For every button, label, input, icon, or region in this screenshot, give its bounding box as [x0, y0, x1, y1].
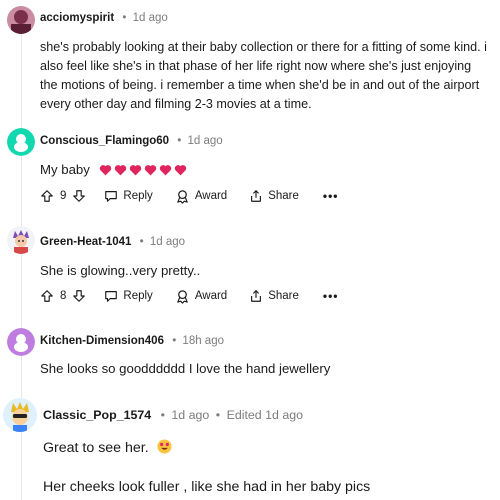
- comment-meta: Classic_Pop_1574 • 1d ago • Edited 1d ag…: [43, 408, 303, 424]
- comment-meta: Green-Heat-1041 • 1d ago: [40, 236, 185, 252]
- timestamp[interactable]: 18h ago: [182, 335, 224, 347]
- username[interactable]: Kitchen-Dimension406: [40, 335, 164, 347]
- username[interactable]: acciomyspirit: [40, 12, 114, 24]
- downvote-icon[interactable]: [72, 289, 86, 303]
- avatar[interactable]: [7, 328, 35, 356]
- heart-emoji: [174, 165, 186, 176]
- comment-body: Great to see her.: [43, 438, 172, 458]
- comment-body: she's probably looking at their baby col…: [40, 40, 487, 111]
- heart-emoji: [144, 165, 156, 176]
- heart-eyes-emoji: [157, 439, 172, 454]
- share-icon: [249, 289, 263, 303]
- share-icon: [249, 189, 263, 203]
- vote-count: 8: [60, 290, 67, 302]
- username[interactable]: Green-Heat-1041: [40, 236, 131, 248]
- avatar[interactable]: [7, 128, 35, 156]
- edited-label: Edited 1d ago: [226, 408, 304, 422]
- separator-dot: •: [177, 135, 182, 147]
- username[interactable]: Classic_Pop_1574: [43, 408, 151, 422]
- separator-dot: •: [172, 335, 177, 347]
- heart-emoji: [129, 165, 141, 176]
- reply-label: Reply: [123, 190, 153, 202]
- more-options-button[interactable]: •••: [323, 189, 339, 203]
- timestamp[interactable]: 1d ago: [133, 12, 168, 24]
- comment-actions: 9 Reply Award Share •••: [40, 186, 339, 206]
- heart-emoji-group: [99, 164, 187, 176]
- vote-controls: 9: [40, 189, 86, 203]
- heart-emoji: [114, 165, 126, 176]
- timestamp[interactable]: 1d ago: [150, 236, 185, 248]
- award-button[interactable]: Award: [175, 289, 227, 304]
- comment-icon: [104, 289, 118, 303]
- avatar[interactable]: [7, 6, 35, 34]
- comment-meta: Conscious_Flamingo60 • 1d ago: [40, 135, 223, 151]
- more-options-button[interactable]: •••: [323, 289, 339, 303]
- reply-button[interactable]: Reply: [104, 189, 153, 203]
- comment-text: Great to see her.: [43, 440, 149, 456]
- avatar[interactable]: [3, 398, 37, 432]
- comment-meta: acciomyspirit • 1d ago: [40, 12, 168, 28]
- timestamp[interactable]: 1d ago: [171, 408, 209, 422]
- separator-dot: •: [160, 408, 165, 422]
- comment-icon: [104, 189, 118, 203]
- separator-dot: •: [215, 408, 221, 422]
- comment-body-line2: Her cheeks look fuller , like she had in…: [43, 479, 371, 495]
- reply-button[interactable]: Reply: [104, 289, 153, 303]
- avatar[interactable]: [7, 226, 35, 254]
- heart-emoji: [159, 165, 171, 176]
- comment-body: She is glowing..very pretty..: [40, 263, 201, 278]
- vote-count: 9: [60, 190, 67, 202]
- comment-actions: 8 Reply Award Share •••: [40, 286, 339, 306]
- separator-dot: •: [139, 236, 144, 248]
- separator-dot: •: [122, 12, 127, 24]
- award-button[interactable]: Award: [175, 189, 227, 204]
- upvote-icon[interactable]: [40, 189, 54, 203]
- share-label: Share: [268, 190, 299, 202]
- share-button[interactable]: Share: [249, 189, 299, 203]
- comment-body: She looks so goodddddd I love the hand j…: [40, 361, 331, 376]
- reply-label: Reply: [123, 290, 153, 302]
- comment-body: My baby: [40, 160, 187, 179]
- share-button[interactable]: Share: [249, 289, 299, 303]
- award-label: Award: [194, 190, 228, 202]
- comment-meta: Kitchen-Dimension406 • 18h ago: [40, 335, 224, 351]
- award-icon: [175, 189, 190, 204]
- award-label: Award: [194, 290, 228, 302]
- heart-emoji: [99, 165, 111, 176]
- upvote-icon[interactable]: [40, 289, 54, 303]
- vote-controls: 8: [40, 289, 86, 303]
- share-label: Share: [268, 290, 299, 302]
- comment-text: My baby: [40, 162, 90, 177]
- award-icon: [175, 289, 190, 304]
- downvote-icon[interactable]: [72, 189, 86, 203]
- timestamp[interactable]: 1d ago: [188, 135, 223, 147]
- username[interactable]: Conscious_Flamingo60: [40, 135, 169, 147]
